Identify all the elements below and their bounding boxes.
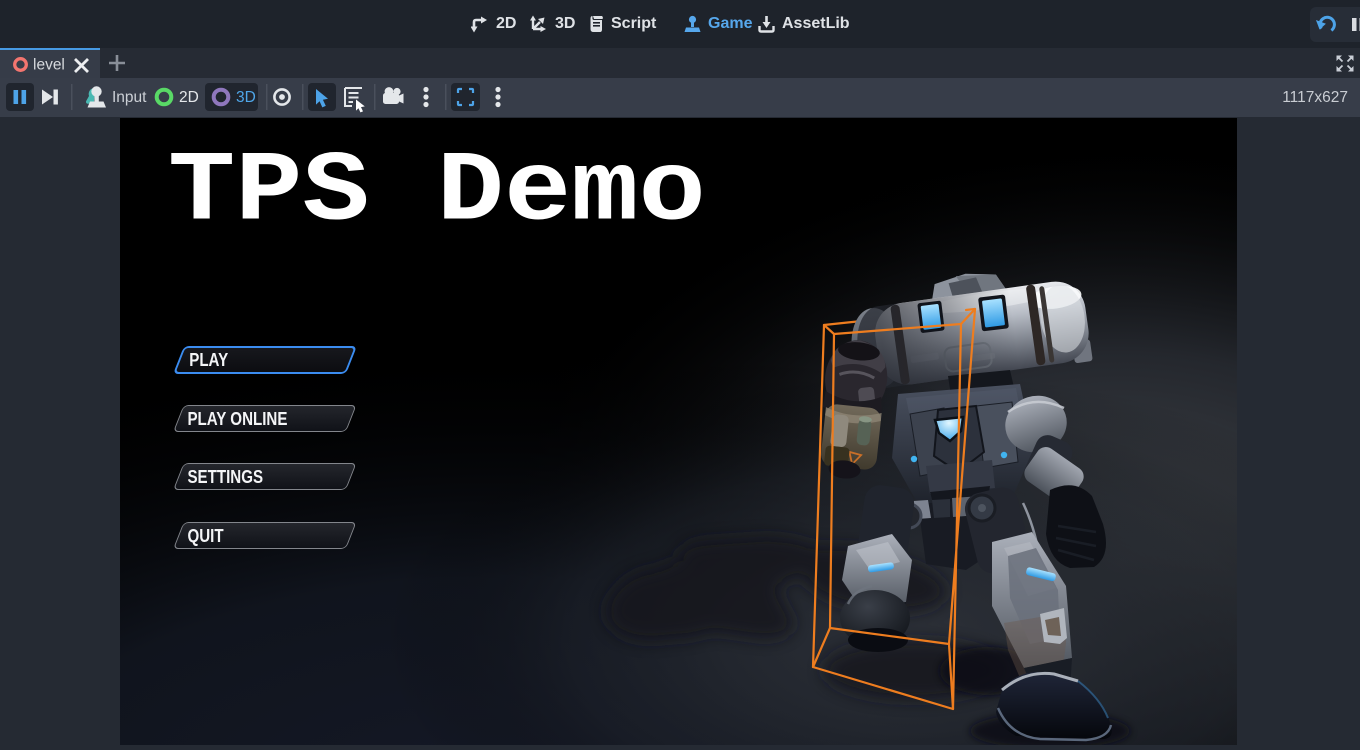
svg-text:2D: 2D [179,89,199,106]
svg-text:Input: Input [112,89,147,106]
svg-text:level: level [33,57,65,74]
svg-text:1117x627: 1117x627 [1282,89,1348,106]
svg-text:3D: 3D [236,89,256,106]
